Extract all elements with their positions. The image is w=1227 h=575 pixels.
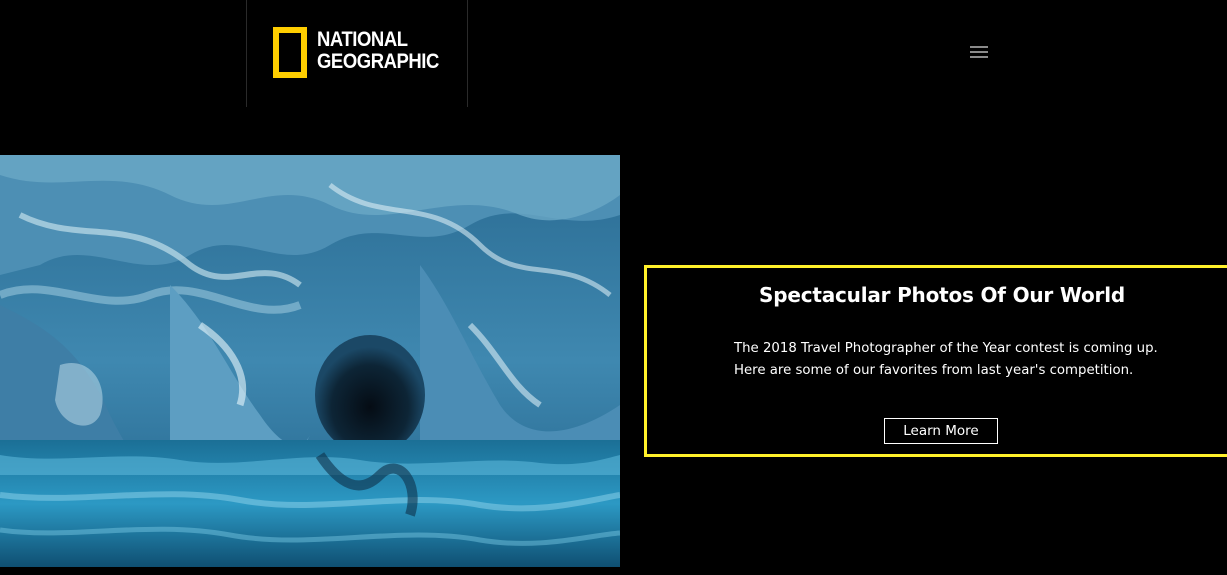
- feature-description-line-1: The 2018 Travel Photographer of the Year…: [734, 341, 1158, 356]
- feature-title: Spectacular Photos Of Our World: [759, 283, 1125, 307]
- logo-line-1: NATIONAL: [317, 28, 408, 51]
- page: NATIONAL GEOGRAPHIC Spectacular Photos O…: [0, 0, 1227, 575]
- site-logo[interactable]: NATIONAL GEOGRAPHIC: [246, 0, 468, 107]
- feature-callout-box: Spectacular Photos Of Our World The 2018…: [644, 265, 1227, 457]
- logo-yellow-frame-icon: [273, 27, 307, 78]
- hamburger-icon-bar: [970, 51, 988, 53]
- learn-more-button[interactable]: Learn More: [884, 418, 998, 444]
- logo-wordmark: NATIONAL GEOGRAPHIC: [317, 29, 439, 73]
- hamburger-icon-bar: [970, 46, 988, 48]
- hamburger-icon-bar: [970, 56, 988, 58]
- logo-line-2: GEOGRAPHIC: [317, 50, 439, 73]
- feature-description-line-2: Here are some of our favorites from last…: [734, 363, 1134, 378]
- hamburger-menu-button[interactable]: [966, 42, 992, 62]
- feature-description: The 2018 Travel Photographer of the Year…: [734, 338, 1174, 382]
- hero-photo-marble-caves: [0, 155, 620, 567]
